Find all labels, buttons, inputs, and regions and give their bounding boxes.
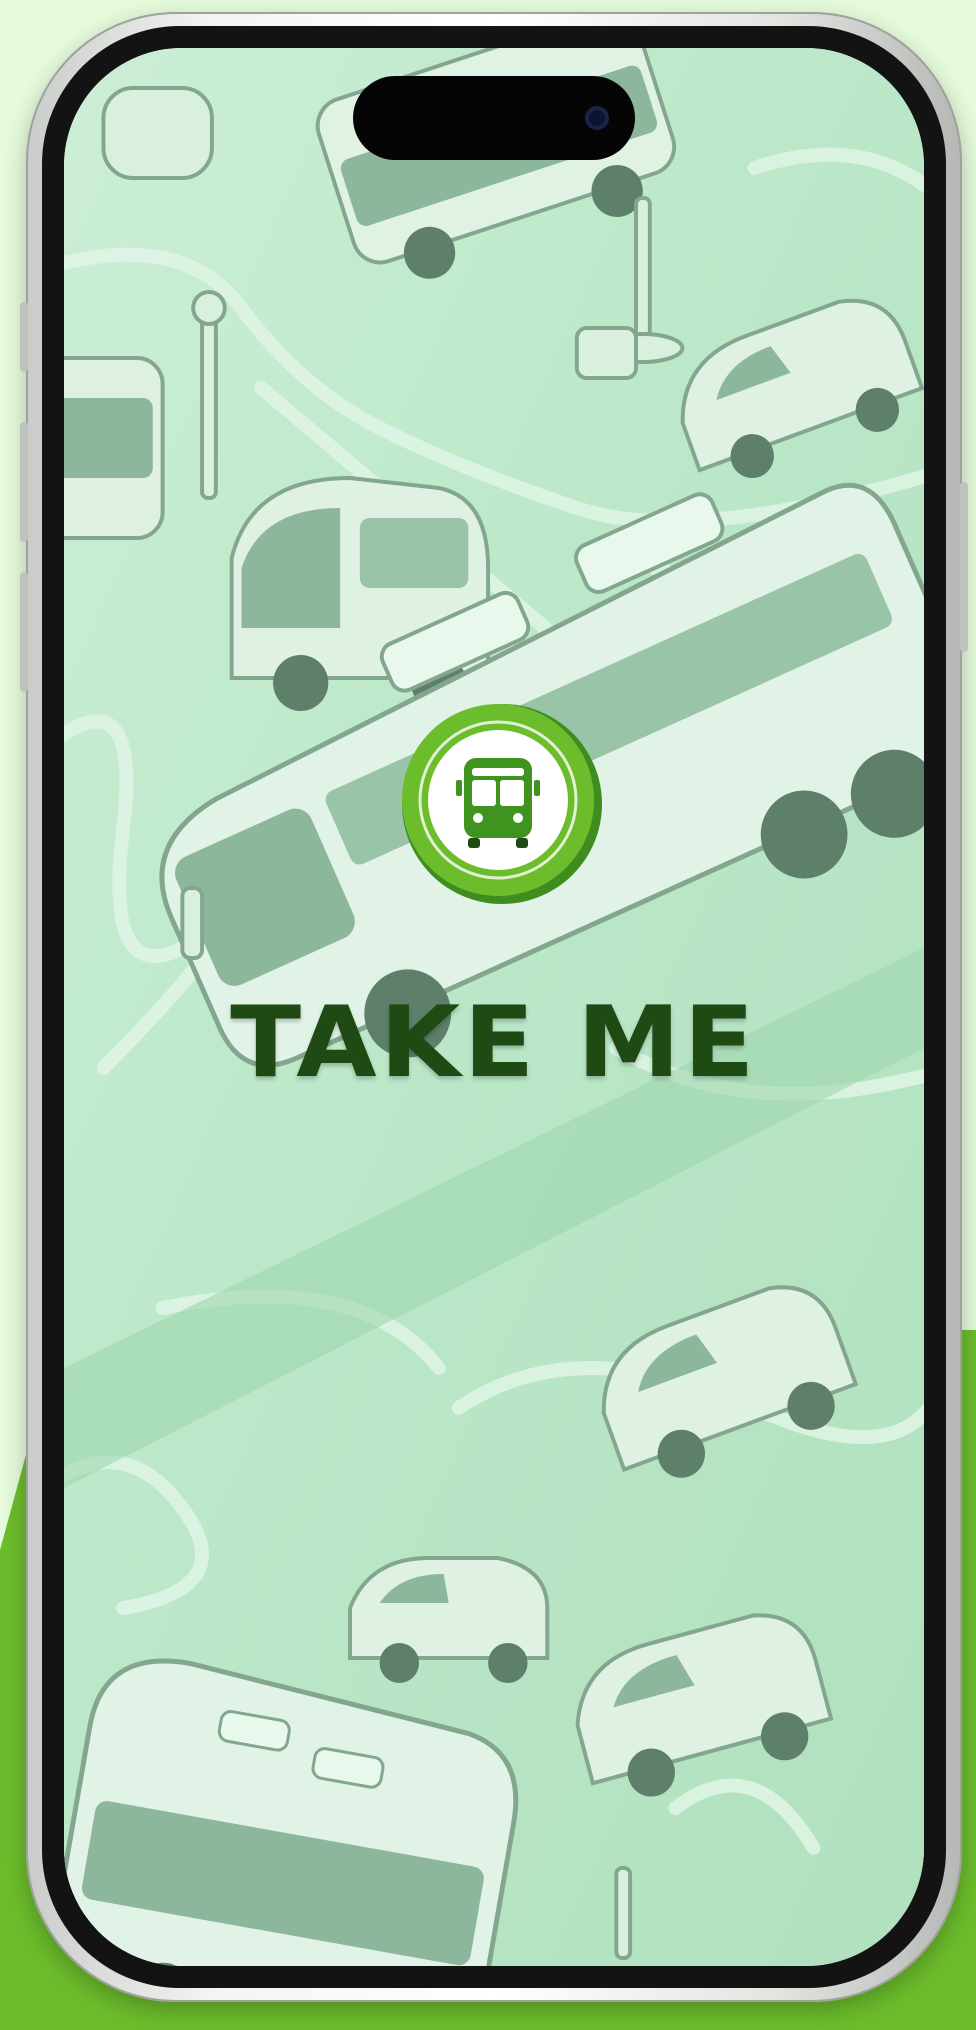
phone-bezel: TAKE ME — [42, 26, 946, 1988]
bus-icon — [402, 704, 602, 904]
front-camera — [585, 106, 609, 130]
dynamic-island — [353, 76, 635, 160]
phone-power-button — [960, 482, 968, 652]
phone-frame: TAKE ME — [20, 12, 968, 2002]
app-name: TAKE ME — [230, 986, 758, 1100]
app-logo — [398, 700, 606, 908]
phone-action-button — [20, 302, 28, 372]
phone-volume-down-button — [20, 572, 28, 692]
app-screen: TAKE ME — [64, 48, 924, 1966]
phone-volume-up-button — [20, 422, 28, 542]
